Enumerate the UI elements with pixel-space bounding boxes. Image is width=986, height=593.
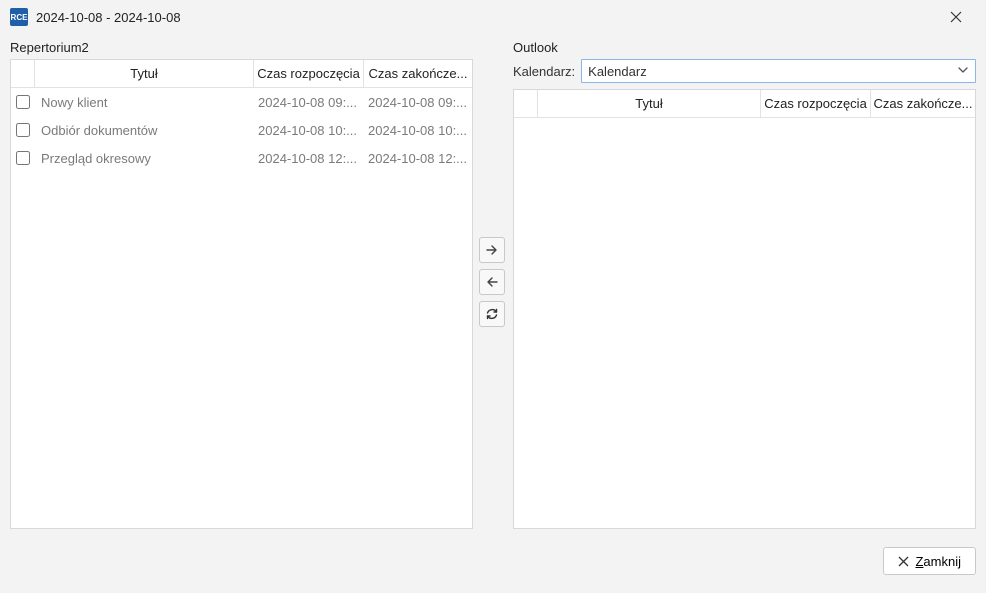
left-col-end[interactable]: Czas zakończe...: [364, 60, 472, 87]
calendar-select-value: Kalendarz: [588, 64, 647, 79]
row-end: 2024-10-08 09:...: [364, 95, 472, 110]
app-icon: RCE: [10, 8, 28, 26]
table-row[interactable]: Przegląd okresowy 2024-10-08 12:... 2024…: [11, 144, 472, 172]
close-icon: [950, 11, 962, 23]
row-start: 2024-10-08 12:...: [254, 151, 364, 166]
row-title: Odbiór dokumentów: [35, 123, 254, 138]
left-grid: Tytuł Czas rozpoczęcia Czas zakończe... …: [10, 59, 473, 529]
chevron-down-icon: [957, 64, 969, 79]
transfer-buttons: [479, 34, 507, 529]
row-title: Przegląd okresowy: [35, 151, 254, 166]
row-title: Nowy klient: [35, 95, 254, 110]
row-checkbox[interactable]: [16, 95, 30, 109]
footer: Zamknij: [0, 539, 986, 583]
right-panel-label: Outlook: [513, 34, 976, 59]
right-col-checkbox[interactable]: [514, 90, 538, 117]
left-panel: Repertorium2 Tytuł Czas rozpoczęcia Czas…: [10, 34, 473, 529]
table-row[interactable]: Nowy klient 2024-10-08 09:... 2024-10-08…: [11, 88, 472, 116]
row-checkbox[interactable]: [16, 151, 30, 165]
row-end: 2024-10-08 10:...: [364, 123, 472, 138]
table-row[interactable]: Odbiór dokumentów 2024-10-08 10:... 2024…: [11, 116, 472, 144]
window-title: 2024-10-08 - 2024-10-08: [36, 10, 936, 25]
close-icon: [898, 556, 909, 567]
right-grid-header: Tytuł Czas rozpoczęcia Czas zakończe...: [514, 90, 975, 118]
calendar-select[interactable]: Kalendarz: [581, 59, 976, 83]
left-col-checkbox[interactable]: [11, 60, 35, 87]
right-col-end[interactable]: Czas zakończe...: [871, 90, 975, 117]
row-end: 2024-10-08 12:...: [364, 151, 472, 166]
right-grid: Tytuł Czas rozpoczęcia Czas zakończe...: [513, 89, 976, 529]
window-close-button[interactable]: [936, 2, 976, 32]
left-col-title[interactable]: Tytuł: [35, 60, 254, 87]
calendar-label: Kalendarz:: [513, 64, 575, 79]
sync-button[interactable]: [479, 301, 505, 327]
move-left-button[interactable]: [479, 269, 505, 295]
row-start: 2024-10-08 09:...: [254, 95, 364, 110]
move-right-button[interactable]: [479, 237, 505, 263]
close-button[interactable]: Zamknij: [883, 547, 976, 575]
close-button-label: Zamknij: [915, 554, 961, 569]
right-grid-body: [514, 118, 975, 528]
right-panel: Outlook Kalendarz: Kalendarz Tytuł Czas …: [513, 34, 976, 529]
left-col-start[interactable]: Czas rozpoczęcia: [254, 60, 364, 87]
refresh-icon: [485, 307, 499, 321]
arrow-left-icon: [485, 275, 499, 289]
left-panel-label: Repertorium2: [10, 34, 473, 59]
right-col-title[interactable]: Tytuł: [538, 90, 761, 117]
row-checkbox[interactable]: [16, 123, 30, 137]
left-grid-header: Tytuł Czas rozpoczęcia Czas zakończe...: [11, 60, 472, 88]
right-col-start[interactable]: Czas rozpoczęcia: [761, 90, 871, 117]
titlebar: RCE 2024-10-08 - 2024-10-08: [0, 0, 986, 34]
row-start: 2024-10-08 10:...: [254, 123, 364, 138]
arrow-right-icon: [485, 243, 499, 257]
left-grid-body: Nowy klient 2024-10-08 09:... 2024-10-08…: [11, 88, 472, 528]
